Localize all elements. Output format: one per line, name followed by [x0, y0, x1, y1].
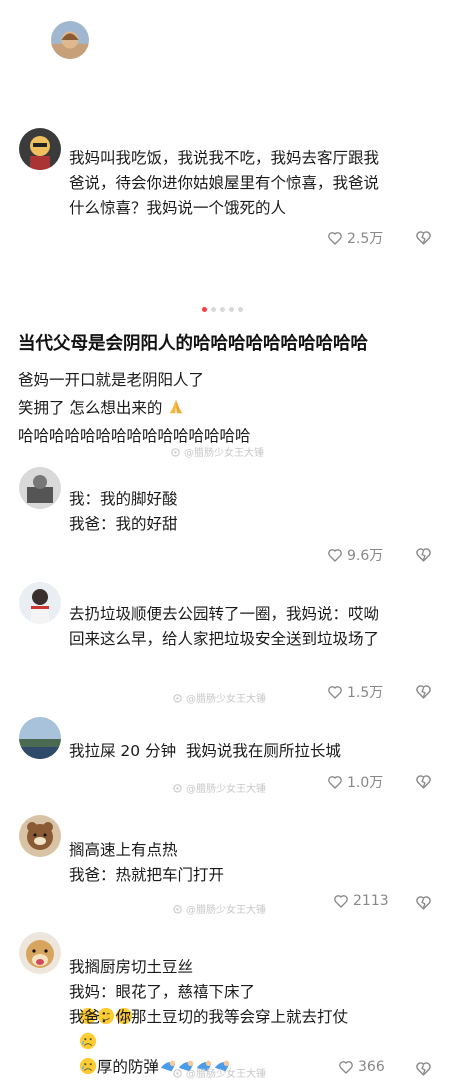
avatar[interactable]: [19, 128, 61, 170]
comment-text: 我：我的脚好酸: [69, 490, 178, 508]
watermark: @腊肠少女王大锤: [172, 1065, 266, 1080]
avatar[interactable]: [19, 582, 61, 624]
weibo-icon: [173, 694, 182, 703]
pager-dot[interactable]: [220, 307, 225, 312]
like-button[interactable]: 2113: [333, 893, 389, 909]
like-button[interactable]: 1.0万: [327, 772, 383, 792]
watermark: @腊肠少女王大锤: [170, 444, 264, 459]
comment-text: 去扔垃圾顺便去公园转了一圈，我妈说：哎呦: [69, 605, 380, 623]
heart-icon: [334, 895, 348, 908]
comment-text: 我妈叫我吃饭，我说我不吃，我妈去客厅跟我: [69, 149, 380, 167]
like-button[interactable]: 366: [338, 1059, 385, 1075]
like-button[interactable]: 2.5万: [327, 228, 383, 248]
avatar[interactable]: [19, 467, 61, 509]
like-count: 2.5万: [347, 231, 384, 247]
comment-text: 我搁厨房切土豆丝: [69, 958, 194, 976]
comment-text: 什么惊喜？我妈说一个饿死的人: [69, 199, 287, 217]
like-button[interactable]: 9.6万: [327, 545, 383, 565]
watermark: @腊肠少女王大锤: [172, 780, 266, 795]
comment-text: 爸说，待会你进你姑娘屋里有个惊喜，我爸说: [69, 174, 380, 192]
watermark: @腊肠少女王大锤: [172, 690, 266, 705]
watermark: @腊肠少女王大锤: [172, 901, 266, 916]
post-text: 爸妈一开口就是老阴阳人了: [18, 371, 205, 389]
image-pager: [202, 307, 243, 312]
heart-icon: [328, 549, 342, 562]
comment-text: 我爸：我的好甜: [69, 515, 178, 533]
avatar[interactable]: [19, 932, 61, 974]
comment-text: 搁高速上有点热: [69, 841, 178, 859]
like-count: 1.0万: [347, 775, 384, 791]
dislike-icon[interactable]: [415, 773, 432, 790]
comment-text: 我爸：热就把车门打开: [69, 866, 225, 884]
pager-dot[interactable]: [238, 307, 243, 312]
dislike-icon[interactable]: [415, 229, 432, 246]
weibo-icon: [173, 784, 182, 793]
pager-dot[interactable]: [202, 307, 207, 312]
pager-dot[interactable]: [229, 307, 234, 312]
heart-icon: [339, 1061, 353, 1074]
weibo-icon: [173, 1069, 182, 1078]
praying-hands-icon: [170, 399, 183, 414]
like-count: 366: [358, 1059, 385, 1075]
comment-text: 我拉屎 20 分钟 我妈说我在厕所拉长城: [69, 742, 341, 760]
avatar[interactable]: [19, 815, 61, 857]
avatar[interactable]: [19, 717, 61, 759]
crying-emoji-icon: [79, 1057, 96, 1075]
like-count: 2113: [353, 893, 389, 909]
heart-icon: [328, 776, 342, 789]
dislike-icon[interactable]: [415, 546, 432, 563]
pager-dot[interactable]: [211, 307, 216, 312]
weibo-icon: [173, 905, 182, 914]
weibo-icon: [171, 448, 180, 457]
post-title: 当代父母是会阴阳人的哈哈哈哈哈哈哈哈哈哈: [18, 334, 368, 354]
heart-icon: [328, 232, 342, 245]
dislike-icon[interactable]: [415, 1060, 432, 1077]
dislike-icon[interactable]: [415, 894, 432, 911]
avatar[interactable]: [51, 21, 89, 59]
like-count: 9.6万: [347, 548, 384, 564]
comment-text: 回来这么早，给人家把垃圾安全送到垃圾场了: [69, 630, 380, 648]
like-count: 1.5万: [347, 685, 384, 701]
post-text: 笑拥了 怎么想出来的: [18, 396, 185, 418]
post-text: 哈哈哈哈哈哈哈哈哈哈哈哈哈哈哈: [18, 427, 251, 445]
dislike-icon[interactable]: [415, 683, 432, 700]
heart-icon: [328, 686, 342, 699]
like-button[interactable]: 1.5万: [327, 682, 383, 702]
